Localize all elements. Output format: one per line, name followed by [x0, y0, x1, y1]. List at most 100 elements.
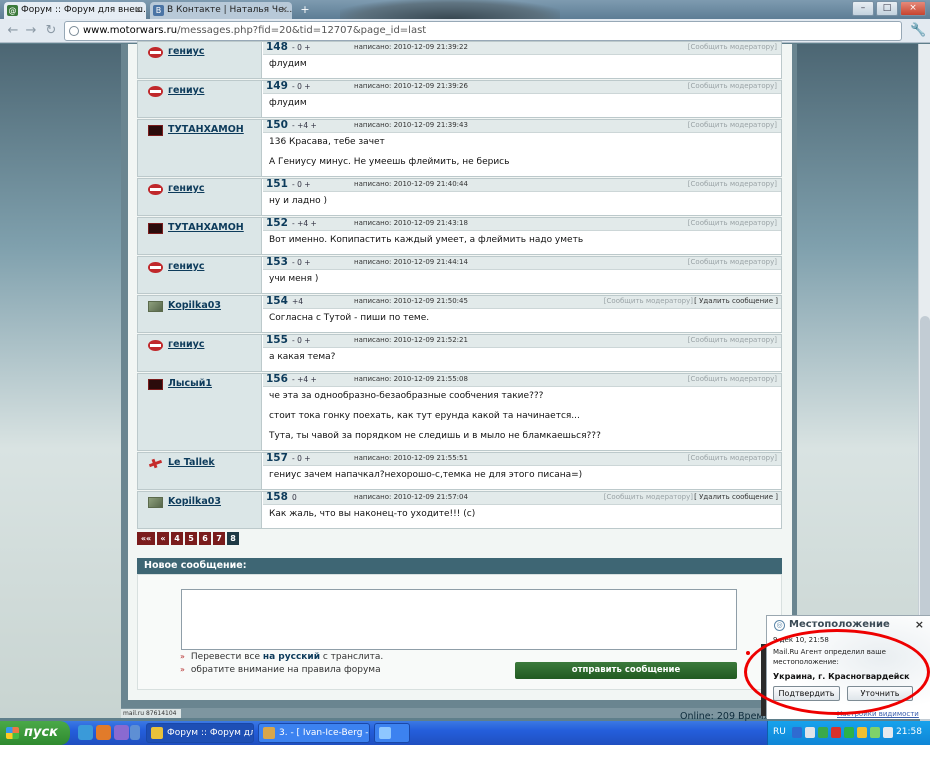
- tray-display-icon[interactable]: [883, 727, 893, 738]
- close-tab-icon[interactable]: ×: [134, 2, 142, 18]
- post-number[interactable]: 157: [266, 452, 288, 464]
- post-number[interactable]: 148: [266, 41, 288, 53]
- report-moderator-link[interactable]: [Сообщить модератору]: [688, 258, 777, 266]
- address-bar[interactable]: www.motorwars.ru/messages.php?fid=20&tid…: [64, 21, 902, 41]
- post-number[interactable]: 156: [266, 373, 288, 385]
- firefox-icon[interactable]: [96, 725, 111, 740]
- post-rating[interactable]: 0: [292, 493, 297, 502]
- close-window-icon[interactable]: ×: [900, 1, 926, 16]
- author-link[interactable]: Kopilka03: [168, 300, 221, 311]
- post-rating[interactable]: - 0 +: [292, 82, 311, 91]
- tray-help-icon[interactable]: [792, 727, 802, 738]
- language-indicator[interactable]: RU: [773, 727, 786, 737]
- browser-titlebar: @ Форум :: Форум для внеш... × В В Конта…: [0, 0, 930, 19]
- report-moderator-link[interactable]: [Сообщить модератору]: [688, 82, 777, 90]
- tray-app-icon[interactable]: [844, 727, 854, 738]
- page-link[interactable]: 8: [227, 532, 239, 545]
- author-link[interactable]: ТУТАНХАМОН: [168, 222, 244, 233]
- tray-agent-icon[interactable]: [857, 727, 867, 738]
- post-number[interactable]: 158: [266, 491, 288, 503]
- url-path: /messages.php?fid=20&tid=12707&page_id=l…: [177, 25, 427, 36]
- tray-volume-icon[interactable]: [805, 727, 815, 738]
- expand-quicklaunch-icon[interactable]: [130, 725, 140, 740]
- post-rating[interactable]: - 0 +: [292, 336, 311, 345]
- post-rating[interactable]: - 0 +: [292, 454, 311, 463]
- page-link[interactable]: 5: [185, 532, 197, 545]
- post-rating[interactable]: - +4 +: [292, 121, 317, 130]
- task-forum-label: Форум :: Форум для ...: [167, 728, 253, 738]
- page-link[interactable]: 7: [213, 532, 225, 545]
- reload-icon[interactable]: ↻: [42, 22, 60, 40]
- report-moderator-link[interactable]: [Сообщить модератору]: [688, 454, 777, 462]
- task-extra[interactable]: [374, 723, 410, 743]
- post-author-panel: гениус: [138, 257, 262, 293]
- post-rating[interactable]: - 0 +: [292, 43, 311, 52]
- author-link[interactable]: гениус: [168, 46, 204, 57]
- report-moderator-link[interactable]: [Сообщить модератору]: [688, 336, 777, 344]
- post-number[interactable]: 155: [266, 334, 288, 346]
- rules-link[interactable]: обратите внимание на правила форума: [191, 665, 381, 675]
- post-rating[interactable]: - 0 +: [292, 258, 311, 267]
- minimize-icon[interactable]: –: [852, 1, 874, 16]
- tray-antivirus-icon[interactable]: [831, 727, 841, 738]
- close-tab-icon[interactable]: ×: [280, 2, 288, 18]
- post-text: А Гениусу минус. Не умеешь флеймить, не …: [269, 157, 510, 167]
- report-moderator-link[interactable]: [Сообщить модератору]: [688, 43, 777, 51]
- back-arrow-icon[interactable]: ←: [4, 22, 22, 40]
- forum-post: гениус 153 - 0 + написано: 2010-12-09 21:44…: [137, 256, 782, 294]
- post-number[interactable]: 154: [266, 295, 288, 307]
- start-label: пуск: [24, 725, 58, 740]
- post-number[interactable]: 151: [266, 178, 288, 190]
- report-moderator-link[interactable]: [Сообщить модератору]: [688, 180, 777, 188]
- delete-post-link[interactable]: [ Удалить сообщение ]: [694, 297, 778, 305]
- post-rating[interactable]: - +4 +: [292, 219, 317, 228]
- page-link[interactable]: 4: [171, 532, 183, 545]
- tab-vkontakte[interactable]: В В Контакте | Наталья Че... ×: [150, 2, 292, 19]
- post-rating[interactable]: - 0 +: [292, 180, 311, 189]
- post-rating[interactable]: - +4 +: [292, 375, 317, 384]
- translit-link[interactable]: на русский: [263, 652, 320, 662]
- close-icon[interactable]: ×: [915, 618, 924, 631]
- wrench-menu-icon[interactable]: 🔧: [910, 22, 926, 40]
- new-tab-icon[interactable]: +: [296, 3, 314, 17]
- page-link[interactable]: «: [157, 532, 169, 545]
- send-message-button[interactable]: отправить сообщение: [515, 662, 737, 679]
- task-forum[interactable]: Форум :: Форум для ...: [146, 723, 254, 743]
- tray-network-icon[interactable]: [818, 727, 828, 738]
- forum-post: гениус 151 - 0 + написано: 2010-12-09 21:40…: [137, 178, 782, 216]
- forward-arrow-icon[interactable]: →: [22, 22, 40, 40]
- author-link[interactable]: ТУТАНХАМОН: [168, 124, 244, 135]
- post-number[interactable]: 149: [266, 80, 288, 92]
- author-link[interactable]: гениус: [168, 261, 204, 272]
- post-number[interactable]: 152: [266, 217, 288, 229]
- page-link[interactable]: 6: [199, 532, 211, 545]
- post-author-panel: Kopilka03: [138, 296, 262, 332]
- author-link[interactable]: гениус: [168, 183, 204, 194]
- report-moderator-link[interactable]: [Сообщить модератору]: [688, 375, 777, 383]
- report-moderator-link[interactable]: [Сообщить модератору]: [604, 493, 693, 501]
- ie-icon[interactable]: [78, 725, 93, 740]
- author-link[interactable]: гениус: [168, 339, 204, 350]
- tab-forum[interactable]: @ Форум :: Форум для внеш... ×: [4, 2, 146, 19]
- message-textarea[interactable]: [181, 589, 737, 650]
- avatar-icon: [148, 86, 163, 97]
- author-link[interactable]: Лысый1: [168, 378, 212, 389]
- post-number[interactable]: 150: [266, 119, 288, 131]
- report-moderator-link[interactable]: [Сообщить модератору]: [688, 121, 777, 129]
- tray-status-icon[interactable]: [870, 727, 880, 738]
- post-number[interactable]: 153: [266, 256, 288, 268]
- task-winamp[interactable]: 3. - [ Ivan-Ice-Berg - ...: [258, 723, 370, 743]
- post-rating[interactable]: +4: [292, 297, 303, 306]
- start-button[interactable]: пуск: [0, 721, 70, 745]
- author-link[interactable]: Kopilka03: [168, 496, 221, 507]
- post-timestamp: написано: 2010-12-09 21:39:43: [354, 121, 468, 129]
- report-moderator-link[interactable]: [Сообщить модератору]: [688, 219, 777, 227]
- delete-post-link[interactable]: [ Удалить сообщение ]: [694, 493, 778, 501]
- quicklaunch-icon[interactable]: [114, 725, 129, 740]
- mailru-counter[interactable]: mail.ru 87614104: [121, 709, 181, 718]
- author-link[interactable]: Le Tallek: [168, 457, 215, 468]
- author-link[interactable]: гениус: [168, 85, 204, 96]
- report-moderator-link[interactable]: [Сообщить модератору]: [604, 297, 693, 305]
- page-link[interactable]: ««: [137, 532, 155, 545]
- maximize-icon[interactable]: □: [876, 1, 898, 16]
